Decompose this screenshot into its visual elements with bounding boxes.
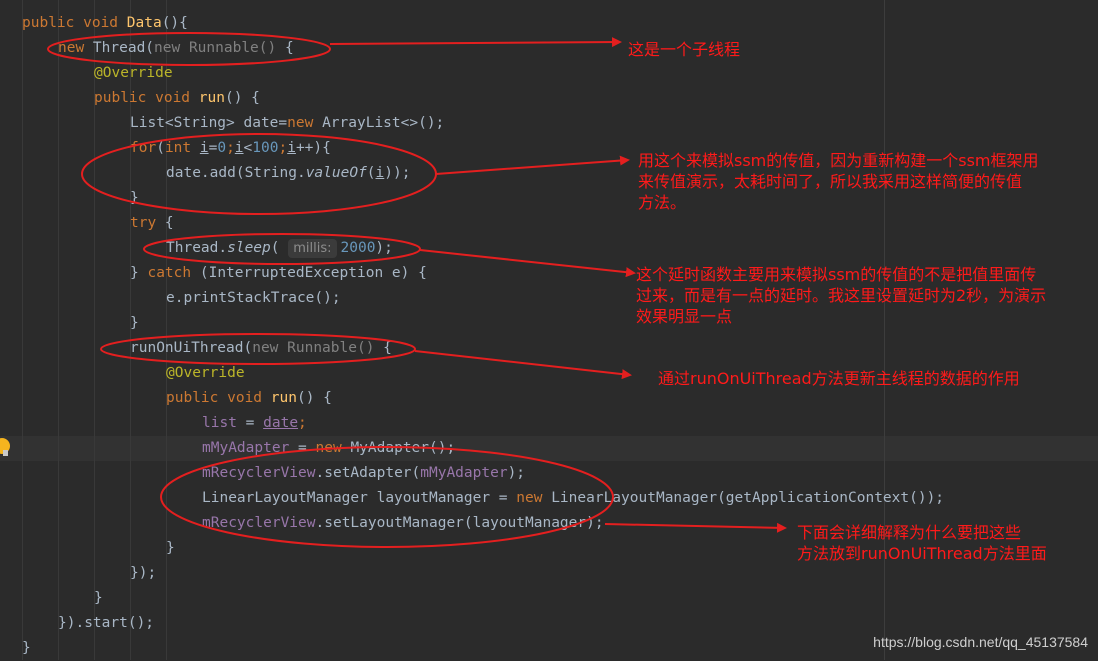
arrow-1: [329, 37, 622, 48]
highlight-ellipse-sleep: [143, 233, 421, 265]
annotation-note-5: 下面会详细解释为什么要把这些 方法放到runOnUiThread方法里面: [797, 523, 1047, 563]
highlight-ellipse-thread: [47, 32, 331, 66]
highlight-ellipse-adapter: [160, 446, 614, 548]
annotation-note-4: 通过runOnUiThread方法更新主线程的数据的作用: [658, 369, 1020, 388]
watermark: https://blog.csdn.net/qq_45137584: [873, 634, 1088, 650]
annotation-note-2: 用这个来模拟ssm的传值，因为重新构建一个ssm框架用 来传值演示，太耗时间了，…: [638, 151, 1039, 212]
arrow-4: [414, 350, 632, 380]
highlight-ellipse-runonui: [100, 333, 416, 365]
arrow-2: [435, 155, 630, 175]
arrow-5: [604, 522, 787, 533]
annotation-note-1: 这是一个子线程: [628, 40, 741, 59]
arrow-3: [419, 249, 636, 278]
highlight-ellipse-loop: [81, 133, 437, 215]
annotation-note-3: 这个延时函数主要用来模拟ssm的传值的不是把值里面传 过来，而是有一点的延时。我…: [636, 265, 1047, 326]
